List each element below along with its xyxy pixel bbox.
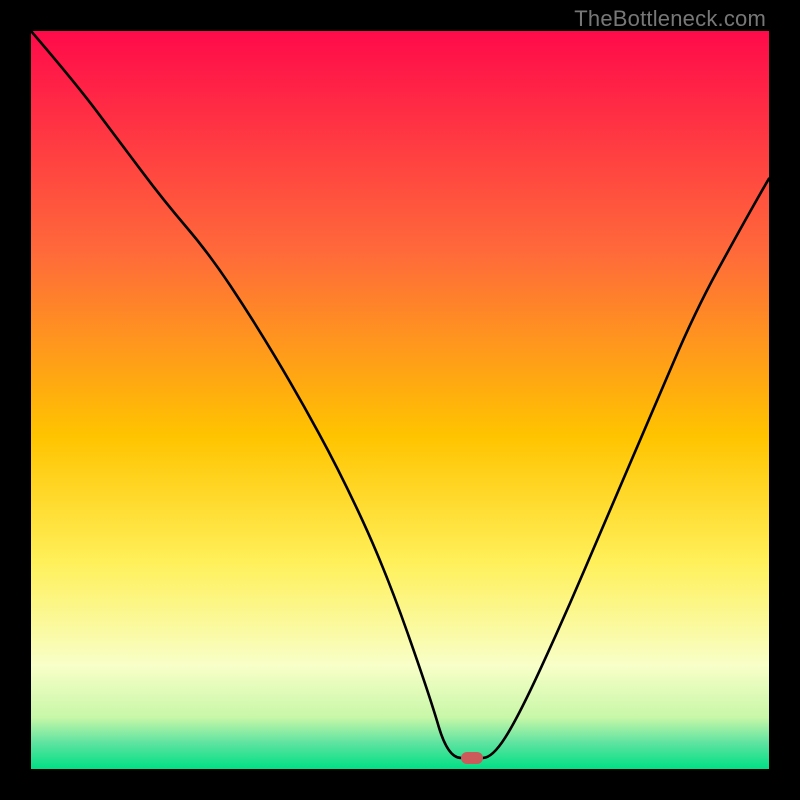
watermark-text: TheBottleneck.com	[574, 6, 766, 32]
optimum-marker	[461, 752, 483, 764]
chart-frame: TheBottleneck.com	[0, 0, 800, 800]
plot-area	[31, 31, 769, 769]
bottleneck-curve	[31, 31, 769, 769]
